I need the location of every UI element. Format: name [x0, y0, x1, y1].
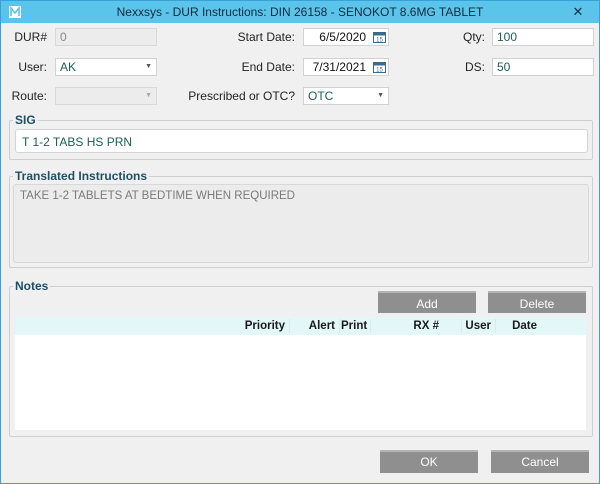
calendar-icon-day: 15	[376, 68, 383, 74]
start-date-value: 6/5/2020	[319, 30, 366, 44]
column-header-rx[interactable]: RX #	[375, 317, 439, 335]
chevron-down-icon: ▼	[145, 92, 152, 99]
sig-group: SIG T 1-2 TABS HS PRN	[9, 113, 593, 160]
route-dropdown[interactable]: ▼	[55, 87, 157, 105]
notes-group: Notes Add Delete Priority Alert Print RX…	[9, 279, 593, 437]
prescribed-or-otc-dropdown[interactable]: OTC ▼	[303, 87, 389, 105]
translated-instructions-text: TAKE 1-2 TABLETS AT BEDTIME WHEN REQUIRE…	[13, 184, 589, 263]
column-header-alert[interactable]: Alert	[291, 317, 335, 335]
column-header-print[interactable]: Print	[341, 317, 367, 335]
notes-table[interactable]: Priority Alert Print RX # User Date	[15, 317, 586, 430]
dur-label: DUR#	[14, 30, 47, 44]
qty-field[interactable]: 100	[492, 28, 594, 46]
start-date-field[interactable]: 6/5/2020 15	[303, 28, 389, 46]
sig-input[interactable]: T 1-2 TABS HS PRN	[15, 129, 588, 153]
dur-field: 0	[55, 28, 157, 46]
add-note-button[interactable]: Add	[378, 291, 476, 313]
calendar-icon[interactable]: 15	[373, 31, 386, 43]
dur-instructions-window: Nexxsys - DUR Instructions: DIN 26158 - …	[0, 0, 600, 484]
column-separator	[370, 319, 371, 333]
translated-instructions-title: Translated Instructions	[13, 169, 150, 183]
title-bar[interactable]: Nexxsys - DUR Instructions: DIN 26158 - …	[1, 1, 599, 23]
end-date-value: 7/31/2021	[312, 60, 366, 74]
ok-button[interactable]: OK	[380, 450, 478, 473]
user-dropdown[interactable]: AK ▼	[55, 58, 157, 76]
prescribed-or-otc-label: Prescribed or OTC?	[188, 89, 295, 103]
close-icon: ✕	[572, 3, 584, 19]
close-button[interactable]: ✕	[557, 1, 599, 22]
end-date-field[interactable]: 7/31/2021 15	[303, 58, 389, 76]
start-date-label: Start Date:	[237, 30, 295, 44]
qty-label: Qty:	[462, 30, 485, 44]
column-header-date[interactable]: Date	[495, 317, 537, 335]
ds-field[interactable]: 50	[492, 58, 594, 76]
cancel-button[interactable]: Cancel	[491, 450, 589, 473]
window-title: Nexxsys - DUR Instructions: DIN 26158 - …	[116, 5, 484, 19]
chevron-down-icon: ▼	[145, 63, 152, 70]
route-label: Route:	[11, 89, 47, 103]
user-label: User:	[18, 60, 47, 74]
chevron-down-icon: ▼	[377, 92, 384, 99]
sig-group-title: SIG	[13, 113, 38, 127]
calendar-icon[interactable]: 15	[373, 61, 386, 73]
user-value: AK	[60, 60, 77, 74]
prescribed-or-otc-value: OTC	[308, 89, 334, 103]
column-header-user[interactable]: User	[455, 317, 491, 335]
translated-instructions-group: Translated Instructions TAKE 1-2 TABLETS…	[9, 169, 593, 268]
ds-label: DS:	[464, 60, 485, 74]
notes-title: Notes	[13, 279, 51, 293]
delete-note-button[interactable]: Delete	[488, 291, 586, 313]
column-separator	[339, 319, 340, 333]
end-date-label: End Date:	[241, 60, 295, 74]
notes-table-header: Priority Alert Print RX # User Date	[15, 317, 586, 335]
column-separator	[289, 319, 290, 333]
calendar-icon-day: 15	[376, 38, 383, 44]
column-header-priority[interactable]: Priority	[211, 317, 285, 335]
